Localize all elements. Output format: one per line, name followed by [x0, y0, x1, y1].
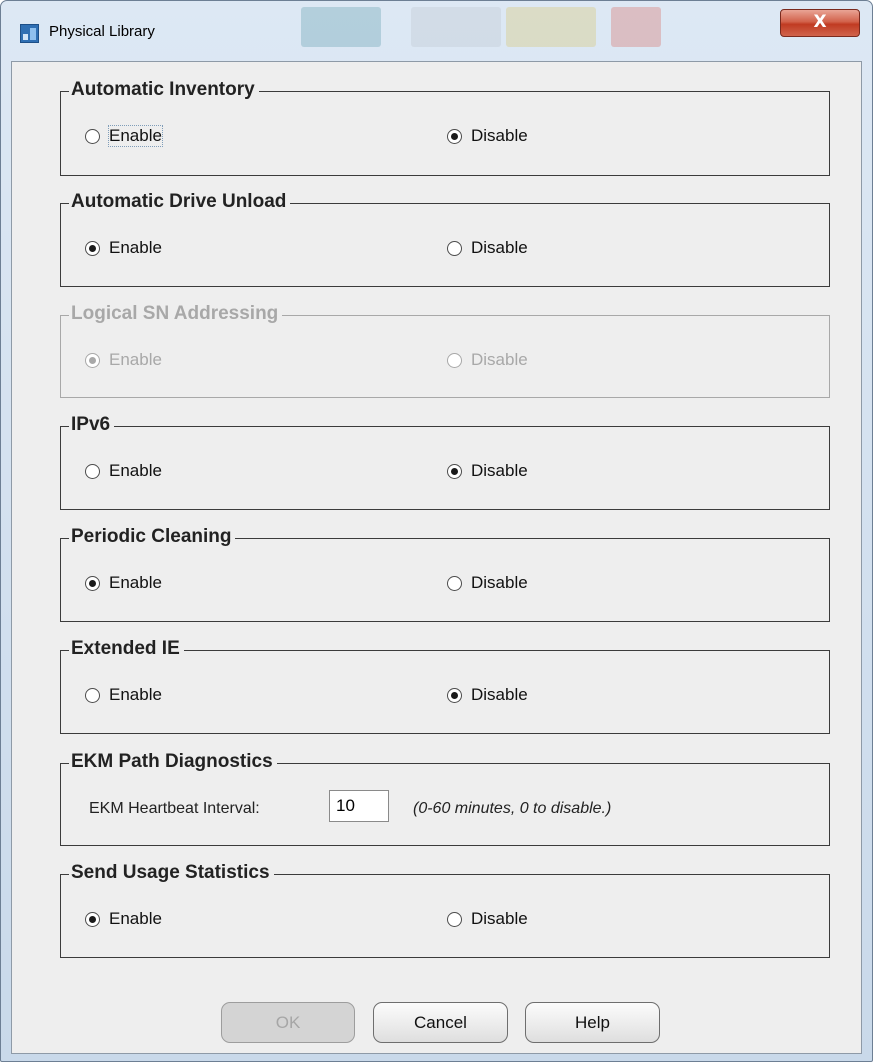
physical-library-window: Physical Library X Automatic Inventory E… [0, 0, 873, 1062]
radio-label: Disable [471, 685, 528, 704]
radio-enable[interactable]: Enable [85, 125, 163, 147]
radio-on-icon[interactable] [85, 575, 100, 591]
group-title: Automatic Inventory [69, 79, 259, 101]
radio-on-icon[interactable] [447, 687, 462, 703]
radio-on-icon[interactable] [85, 911, 100, 927]
radio-disable[interactable]: Disable [447, 573, 528, 593]
background-glass [506, 7, 596, 47]
group-ekm-path-diagnostics: EKM Path Diagnostics EKM Heartbeat Inter… [60, 751, 830, 846]
group-title: Send Usage Statistics [69, 862, 274, 884]
ekm-heartbeat-input[interactable]: 10 [329, 790, 389, 822]
group-send-usage-statistics: Send Usage Statistics Enable Disable [60, 862, 830, 958]
radio-enable: Enable [85, 350, 162, 370]
title-bar[interactable]: Physical Library X [1, 1, 872, 59]
cancel-button[interactable]: Cancel [373, 1002, 508, 1043]
app-icon [20, 24, 39, 43]
radio-disable[interactable]: Disable [447, 461, 528, 481]
radio-label: Disable [471, 909, 528, 928]
radio-on-icon[interactable] [447, 463, 462, 479]
group-automatic-inventory: Automatic Inventory Enable Disable [60, 79, 830, 176]
close-icon: X [813, 12, 827, 32]
radio-disable[interactable]: Disable [447, 238, 528, 258]
radio-enable[interactable]: Enable [85, 461, 162, 481]
window-title: Physical Library [49, 23, 155, 40]
group-title: Periodic Cleaning [69, 526, 236, 548]
radio-off-icon[interactable] [85, 687, 100, 703]
radio-off-icon [447, 352, 462, 368]
radio-enable[interactable]: Enable [85, 238, 162, 258]
radio-off-icon[interactable] [447, 240, 462, 256]
radio-enable[interactable]: Enable [85, 909, 162, 929]
group-title: EKM Path Diagnostics [69, 751, 277, 773]
group-logical-sn-addressing: Logical SN Addressing Enable Disable [60, 303, 830, 398]
background-glass [301, 7, 381, 47]
radio-label: Enable [109, 350, 162, 369]
radio-off-icon[interactable] [85, 463, 100, 479]
radio-disable[interactable]: Disable [447, 685, 528, 705]
group-automatic-drive-unload: Automatic Drive Unload Enable Disable [60, 191, 830, 287]
radio-label: Disable [471, 126, 528, 145]
radio-label: Enable [109, 909, 162, 928]
group-title: IPv6 [69, 414, 115, 436]
radio-disable[interactable]: Disable [447, 909, 528, 929]
radio-label: Disable [471, 461, 528, 480]
group-title: Logical SN Addressing [69, 303, 283, 325]
radio-enable[interactable]: Enable [85, 685, 162, 705]
radio-disable[interactable]: Disable [447, 126, 528, 146]
radio-on-icon [85, 352, 100, 368]
dialog-body: Automatic Inventory Enable Disable Autom… [11, 61, 862, 1054]
background-glass [411, 7, 501, 47]
radio-label: Disable [471, 350, 528, 369]
group-title: Automatic Drive Unload [69, 191, 291, 213]
group-ipv6: IPv6 Enable Disable [60, 414, 830, 510]
group-extended-ie: Extended IE Enable Disable [60, 638, 830, 734]
radio-disable: Disable [447, 350, 528, 370]
help-button[interactable]: Help [525, 1002, 660, 1043]
radio-label: Disable [471, 238, 528, 257]
radio-enable[interactable]: Enable [85, 573, 162, 593]
background-glass [611, 7, 661, 47]
radio-off-icon[interactable] [85, 128, 100, 144]
radio-on-icon[interactable] [447, 128, 462, 144]
group-periodic-cleaning: Periodic Cleaning Enable Disable [60, 526, 830, 622]
close-button[interactable]: X [780, 9, 860, 37]
radio-off-icon[interactable] [447, 911, 462, 927]
ekm-heartbeat-label: EKM Heartbeat Interval: [89, 800, 260, 817]
radio-label: Enable [109, 573, 162, 592]
group-title: Extended IE [69, 638, 184, 660]
ekm-heartbeat-hint: (0-60 minutes, 0 to disable.) [413, 800, 612, 817]
radio-label: Enable [109, 461, 162, 480]
radio-label: Enable [109, 685, 162, 704]
ok-button: OK [221, 1002, 355, 1043]
radio-on-icon[interactable] [85, 240, 100, 256]
radio-label: Enable [108, 125, 163, 147]
radio-label: Disable [471, 573, 528, 592]
radio-off-icon[interactable] [447, 575, 462, 591]
radio-label: Enable [109, 238, 162, 257]
